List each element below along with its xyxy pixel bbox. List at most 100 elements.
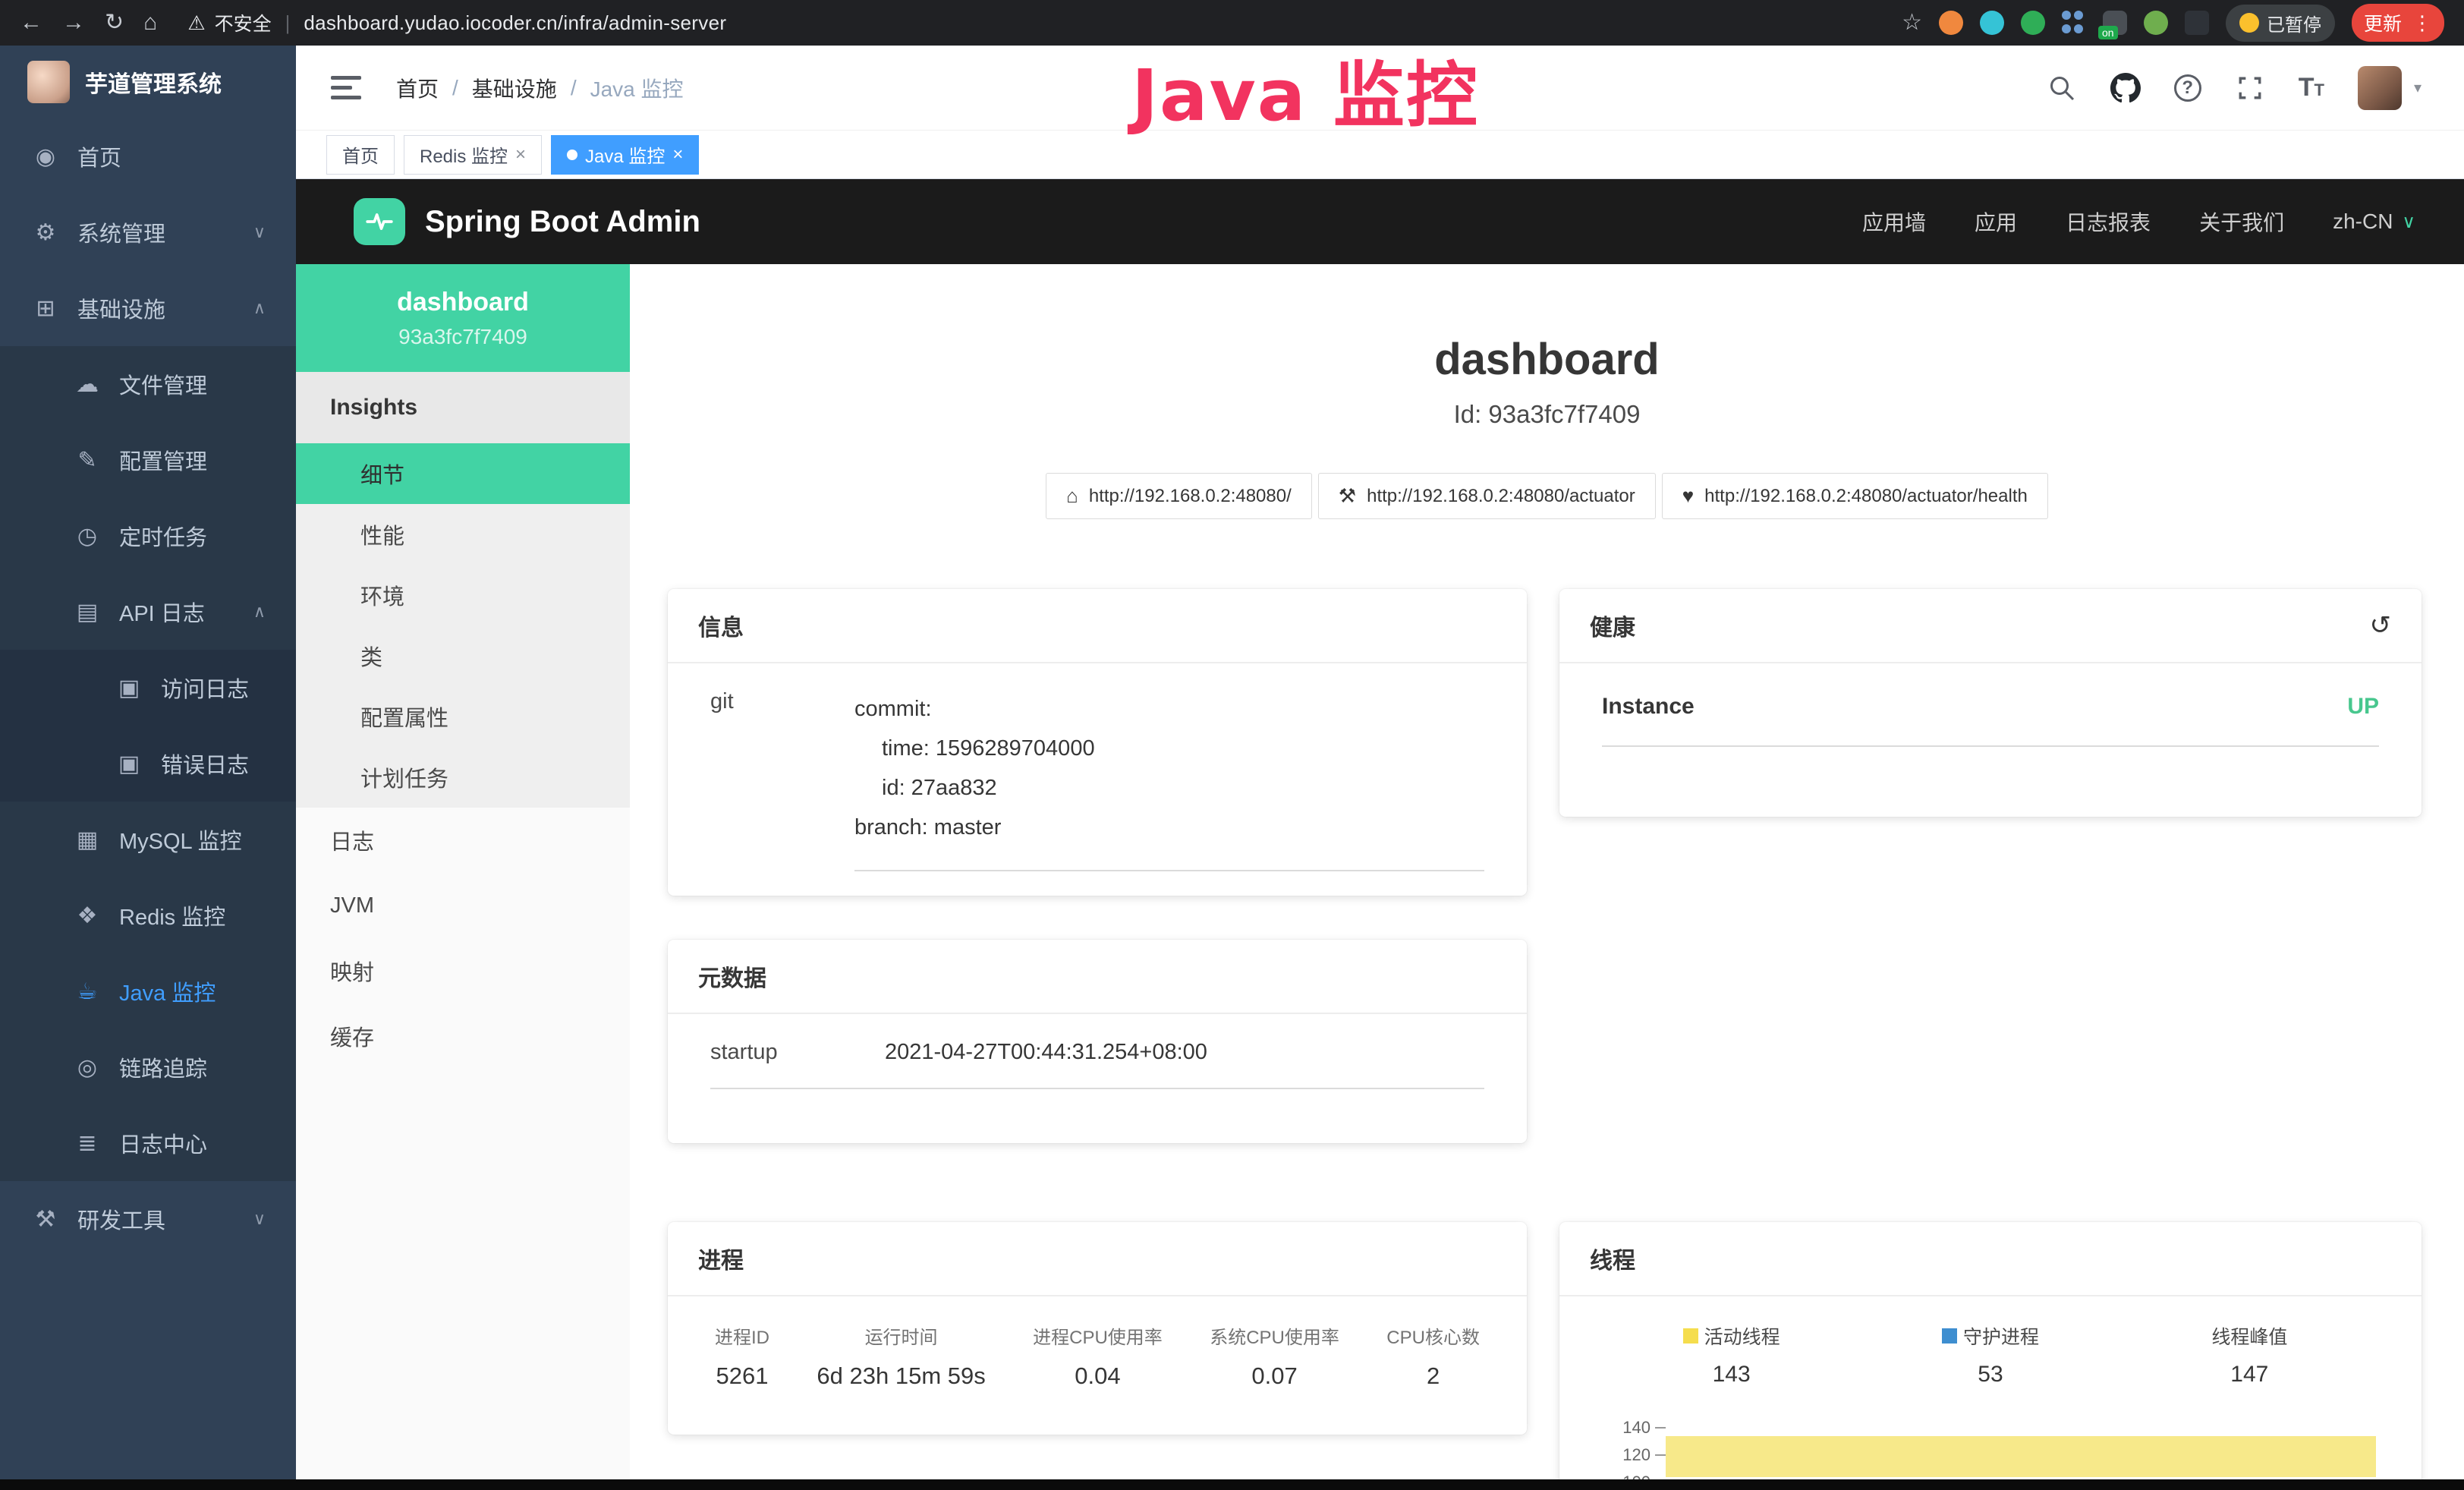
tags-view-bar: 首页 Redis 监控 × Java 监控 ×: [296, 131, 2464, 179]
wrench-icon: ⚒: [1339, 484, 1356, 508]
sba-item-scheduled-tasks[interactable]: 计划任务: [296, 747, 630, 808]
metric-cpu-cores: CPU核心数 2: [1386, 1322, 1480, 1390]
legend-live-threads: 活动线程 143: [1602, 1322, 1861, 1388]
sidebar-item-error-log[interactable]: ▣ 错误日志: [0, 726, 296, 802]
smiley-icon: [2239, 13, 2259, 33]
sidebar-item-mysql-monitor[interactable]: ▦ MySQL 监控: [0, 802, 296, 877]
heart-icon: ♥: [1682, 484, 1694, 508]
instance-id: Id: 93a3fc7f7409: [630, 400, 2464, 429]
url-separator: |: [285, 11, 291, 35]
sba-item-performance[interactable]: 性能: [296, 504, 630, 565]
font-size-icon[interactable]: TT: [2299, 73, 2324, 102]
legend-daemon-threads: 守护进程 53: [1861, 1322, 2119, 1388]
sba-nav-applications[interactable]: 应用: [1975, 206, 2017, 237]
tag-redis-monitor[interactable]: Redis 监控 ×: [404, 135, 542, 175]
sidebar-item-cron-jobs[interactable]: ◷ 定时任务: [0, 498, 296, 574]
doc-icon: ▣: [114, 675, 144, 701]
forward-icon[interactable]: →: [62, 11, 85, 34]
sidebar-item-access-log[interactable]: ▣ 访问日志: [0, 650, 296, 726]
sidebar-item-devtools[interactable]: ⚒ 研发工具 ∨: [0, 1181, 296, 1257]
chevron-down-icon: ∨: [253, 1209, 266, 1229]
breadcrumb-infra[interactable]: 基础设施: [472, 73, 557, 103]
address-url[interactable]: dashboard.yudao.iocoder.cn/infra/admin-s…: [304, 11, 726, 35]
extension-icon-leaf[interactable]: [2144, 11, 2168, 35]
sidebar-item-system[interactable]: ⚙ 系统管理 ∨: [0, 194, 296, 270]
service-url-link[interactable]: ⌂ http://192.168.0.2:48080/: [1046, 473, 1312, 519]
security-indicator[interactable]: ⚠ 不安全 | dashboard.yudao.iocoder.cn/infra…: [187, 9, 726, 36]
sba-nav-wallboard[interactable]: 应用墙: [1862, 206, 1926, 237]
bookmark-star-icon[interactable]: ☆: [1902, 11, 1922, 34]
active-dot: [567, 150, 577, 160]
java-icon: ☕: [72, 978, 102, 1005]
user-avatar[interactable]: [2358, 66, 2402, 110]
sidebar-item-redis-monitor[interactable]: ❖ Redis 监控: [0, 877, 296, 953]
sidebar-item-java-monitor[interactable]: ☕ Java 监控: [0, 953, 296, 1029]
extension-icon-grid[interactable]: [2062, 11, 2086, 35]
extension-icon-orange[interactable]: [1939, 11, 1963, 35]
sba-item-caches[interactable]: 缓存: [296, 1003, 630, 1069]
sba-app-header[interactable]: dashboard 93a3fc7f7409: [296, 264, 630, 372]
sba-nav-journal[interactable]: 日志报表: [2066, 206, 2151, 237]
sba-item-logs[interactable]: 日志: [296, 808, 630, 873]
sba-item-jvm[interactable]: JVM: [296, 873, 630, 938]
sba-nav-about[interactable]: 关于我们: [2199, 206, 2284, 237]
extension-icon-puzzle[interactable]: [2185, 11, 2209, 35]
close-icon[interactable]: ×: [672, 144, 683, 165]
trace-icon: ◎: [72, 1054, 102, 1081]
reload-icon[interactable]: ↻: [105, 11, 124, 34]
sidebar-item-api-log[interactable]: ▤ API 日志 ∧: [0, 574, 296, 650]
instance-label: Instance: [1602, 694, 1695, 720]
fullscreen-icon[interactable]: [2235, 73, 2265, 103]
extension-icon-teal[interactable]: [1980, 11, 2004, 35]
annotation-overlay-text: Java 监控: [1040, 38, 1571, 141]
metric-process-cpu: 进程CPU使用率 0.04: [1033, 1322, 1163, 1390]
extension-icon-switch[interactable]: on: [2103, 11, 2127, 35]
actuator-url-link[interactable]: ⚒ http://192.168.0.2:48080/actuator: [1318, 473, 1656, 519]
search-icon[interactable]: [2047, 73, 2077, 103]
extension-icon-green[interactable]: [2021, 11, 2045, 35]
health-url-link[interactable]: ♥ http://192.168.0.2:48080/actuator/heal…: [1662, 473, 2048, 519]
sba-main-content: dashboard Id: 93a3fc7f7409 ⌂ http://192.…: [630, 264, 2464, 1490]
log-icon: ▤: [72, 599, 102, 625]
tag-home[interactable]: 首页: [326, 135, 395, 175]
github-icon[interactable]: [2110, 73, 2141, 103]
threads-legend: 活动线程 143 守护进程 53: [1602, 1322, 2379, 1388]
sba-item-environment[interactable]: 环境: [296, 565, 630, 625]
sba-navbar: Spring Boot Admin 应用墙 应用 日志报表 关于我们 zh-CN…: [296, 179, 2464, 264]
back-icon[interactable]: ←: [20, 11, 42, 34]
sba-item-mappings[interactable]: 映射: [296, 938, 630, 1003]
sba-item-details[interactable]: 细节: [296, 443, 630, 504]
sba-item-config-props[interactable]: 配置属性: [296, 686, 630, 747]
live-threads-area: [1666, 1436, 2376, 1477]
cloud-icon: ☁: [72, 371, 102, 398]
sidebar-item-trace[interactable]: ◎ 链路追踪: [0, 1029, 296, 1105]
hamburger-icon[interactable]: [331, 76, 361, 99]
sba-locale-select[interactable]: zh-CN ∨: [2333, 209, 2415, 234]
sidebar-item-home[interactable]: ◉ 首页: [0, 118, 296, 194]
sba-brand-title[interactable]: Spring Boot Admin: [425, 205, 700, 239]
sidebar-item-file-manage[interactable]: ☁ 文件管理: [0, 346, 296, 422]
monitor-icon: ⊞: [30, 295, 61, 322]
metadata-key: startup: [710, 1040, 885, 1065]
sba-sidebar: dashboard 93a3fc7f7409 Insights 细节 性能 环境…: [296, 264, 630, 1490]
card-title: 健康: [1590, 609, 1635, 642]
help-icon[interactable]: ?: [2174, 74, 2201, 102]
sidebar-item-infrastructure[interactable]: ⊞ 基础设施 ∧: [0, 270, 296, 346]
breadcrumb-home[interactable]: 首页: [396, 73, 439, 103]
home-icon[interactable]: ⌂: [143, 11, 157, 34]
close-icon[interactable]: ×: [515, 144, 526, 165]
database-icon: ▦: [72, 827, 102, 853]
spring-boot-admin-logo[interactable]: [354, 198, 405, 245]
sidebar-item-log-center[interactable]: ≣ 日志中心: [0, 1105, 296, 1181]
on-badge: on: [2098, 26, 2118, 39]
tag-java-monitor[interactable]: Java 监控 ×: [551, 135, 699, 175]
instance-links: ⌂ http://192.168.0.2:48080/ ⚒ http://192…: [630, 473, 2464, 519]
sidebar-item-config-manage[interactable]: ✎ 配置管理: [0, 422, 296, 498]
sba-item-classes[interactable]: 类: [296, 625, 630, 686]
app-logo[interactable]: 芋道管理系统: [0, 46, 296, 118]
history-icon[interactable]: ↺: [2370, 610, 2392, 641]
doc-icon: ▣: [114, 751, 144, 777]
update-chrome-button[interactable]: 更新 ⋮: [2352, 4, 2444, 42]
paused-badge[interactable]: 已暂停: [2226, 5, 2335, 42]
sba-group-insights: Insights: [296, 372, 630, 443]
